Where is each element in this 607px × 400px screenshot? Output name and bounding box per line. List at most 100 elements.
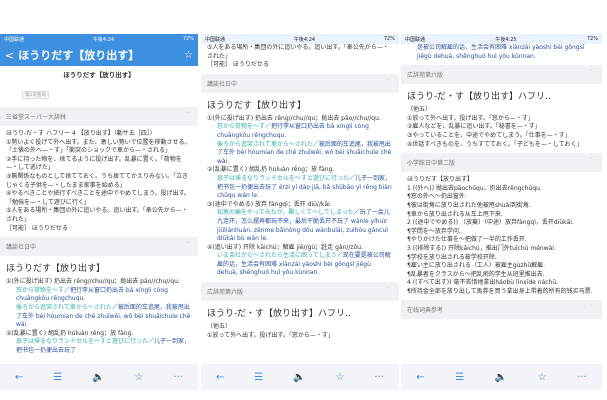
contents-button[interactable]: ☰ bbox=[254, 372, 263, 383]
dictionary-section-header[interactable]: 小学館日中第二版 bbox=[401, 153, 602, 173]
example-japanese: 知恵の輪をやってみたが，難しくて〜してしまった bbox=[217, 209, 354, 217]
title-bar: < ほうりだす【放り出す】 ☆ bbox=[0, 44, 198, 66]
dictionary-section-header[interactable]: 広辞苑第六版 bbox=[201, 282, 399, 302]
definition-line: ［可能］ ほうりだせる bbox=[207, 61, 269, 69]
bottom-toolbar: ← ☰ 🔈 ☆ ··· bbox=[401, 364, 602, 390]
example-japanese: 息子は帰るなりランドセルを〜すと遊びに行った bbox=[16, 338, 149, 346]
dictionary-content: 是被公司解雇的话，生活会有困难 xiànzài yàoshi bèi gōngs… bbox=[401, 44, 602, 320]
dictionary-section-header[interactable]: 広辞苑第六版 bbox=[401, 65, 602, 85]
example-japanese: 後ろから追突されて車から〜された bbox=[217, 140, 313, 148]
definition-line: ③無関係なものとして捨てておく。うち捨ててかえりみない。「泣きじゃくる子供を—・… bbox=[6, 172, 189, 189]
entry-subtitle: ほうりだす【放り出す】 bbox=[63, 71, 135, 79]
definition-line: ②手に持った物を、捨てるように投げ出す。乱暴に置く。「荷物を—・して逃げた」 bbox=[6, 155, 182, 172]
definition-line: ¶所持金全部を放り出して馬券を買う拿出身上带着的所有的钱买马票. bbox=[407, 287, 593, 295]
definition-line: ［可能］ ほうりだせる bbox=[6, 224, 68, 232]
entry-headword: ほうり-だ・す【放り出す】ハフリ.. bbox=[407, 92, 551, 103]
example-sentence: 窓から荷物を〜す／把行李从窗口扔出去 bǎ xíngli cóng chuāng… bbox=[201, 123, 399, 140]
carrier-label: 中国联通 bbox=[205, 36, 226, 43]
dictionary-content: ⑤人をある場所・集団の外に追いやる。追い出す。「奉公先から—・された」 ［可能］ … bbox=[201, 44, 399, 340]
example-sentence: 息子は帰るなりランドセルを〜すと遊びに行った／儿子一到家，把书包一扔便出去玩了 … bbox=[201, 175, 399, 201]
phone-screen-2: 中国联通 午後4:24 72% ⑤人をある場所・集団の外に追いやる。追い出す。「奉公先… bbox=[201, 34, 399, 390]
definition-line: ¶乱暴者をクラスから〜把乱闹的学生从班里推出去. bbox=[407, 270, 545, 278]
phone-screen-1: 中国联通 午後4:24 72% < ほうりだす【放り出す】 ☆ ほうりだす【放り出す】 第2次… bbox=[0, 34, 198, 390]
phone-screen-3: 中国联通 午後4:25 72% 是被公司解雇的话，生活会有困难 xiànzài yào… bbox=[401, 34, 602, 390]
dictionary-content: 三省堂スーパー大辞林ほうり-だ・す ハフリー 4 【放り出す】（動サ五［四］）①… bbox=[0, 107, 198, 355]
favorite-button[interactable]: ☆ bbox=[135, 372, 144, 383]
bottom-toolbar: ← ☰ 🔈 ☆ ··· bbox=[201, 364, 399, 390]
definition-line: ほうり-だ・す ハフリー 4 【放り出す】（動サ五［四］） bbox=[6, 130, 156, 137]
definition-line: ①放って外へ出す。投げ出す。「窓から—・す」 bbox=[207, 331, 334, 339]
definition-line: 4 ((すべて出す)) 毫不吝惜地拿出háobù lìnxīde náchū. bbox=[407, 279, 559, 287]
clock-label: 午後4:24 bbox=[92, 36, 115, 43]
entry-headword: ほうりだす【放り出す】 bbox=[6, 264, 106, 275]
example-sentence: 後ろから追突されて車から〜された／被后面的车追尾，我被甩出了车外 bèi hòu… bbox=[0, 304, 198, 330]
status-bar: 中国联通 午後4:25 72% bbox=[401, 34, 602, 44]
definition-line: ④世話すべきものを、うちすてておく。「子どもを—・しておく」 bbox=[407, 140, 583, 148]
definition-line: ②(乱暴に置く) 胡乱扔 húluàn rēng；放 fàng. bbox=[207, 166, 335, 174]
contents-button[interactable]: ☰ bbox=[455, 372, 464, 383]
example-sentence: いま会社から〜されたら生活に困ってしまう／现在要是被公司解雇的话，生活会有困难 … bbox=[201, 252, 399, 278]
carrier-label: 中国联通 bbox=[405, 36, 426, 43]
battery-label: 72% bbox=[182, 36, 194, 42]
bottom-toolbar: ← ☰ 🔈 ☆ ··· bbox=[0, 364, 198, 390]
speaker-button[interactable]: 🔈 bbox=[92, 372, 104, 383]
definition-line: ①(外に投げ出す) 扔出去 rēng//chu//qu；抛出去 pāo//chu… bbox=[6, 278, 180, 286]
definition-line: 3 ((排除する)) 开除kāichú，推出门外tuīchū ménwài. bbox=[407, 244, 556, 252]
entry-headword: ほうりだす【放り出す】 bbox=[207, 100, 307, 111]
more-button[interactable]: ··· bbox=[577, 372, 587, 383]
more-button[interactable]: ··· bbox=[173, 372, 183, 383]
back-button[interactable]: ← bbox=[216, 372, 224, 383]
example-japanese: いま会社から〜されたら生活に困ってしまう bbox=[217, 252, 337, 260]
definition-line: 〔他五〕 bbox=[207, 323, 232, 331]
example-japanese: 後ろから追突されて車から〜された bbox=[16, 303, 112, 311]
definition-line: ¶やりかけた仕事を〜把做了一半的工作丢开. bbox=[407, 236, 527, 244]
definition-line: ④やるべきことや続行すべきことを途中でやめてしまう。投げ出す。「勉強を—・して遊… bbox=[6, 190, 191, 206]
favorite-button[interactable]: ☆ bbox=[538, 372, 547, 383]
definition-line: ④(追い出す) 开除 kāichú；解雇 jiě//gù；赶走 gǎn//zǒu… bbox=[207, 243, 363, 251]
dictionary-section-header[interactable]: 講談社日中 bbox=[201, 73, 399, 93]
example-sentence: 息子は帰るなりランドセルを〜すと遊びに行った／儿子一到家，把书包一扔便出去玩了 bbox=[0, 338, 198, 355]
battery-label: 72% bbox=[383, 36, 395, 42]
definition-line: ¶雇い主に放り出される（工人）被雇主gùzhǔ解雇. bbox=[407, 262, 546, 270]
contents-button[interactable]: ☰ bbox=[53, 372, 62, 383]
definition-line: ほうりだす【放り出す】 bbox=[407, 176, 474, 184]
query-badge: 第2次查询 bbox=[22, 91, 49, 99]
example-sentence: 後ろから追突されて車から〜された／被后面的车追尾，我被甩出了车外 bèi hòu… bbox=[201, 141, 399, 167]
battery-label: 72% bbox=[586, 36, 598, 42]
star-icon[interactable]: ☆ bbox=[184, 50, 193, 61]
example-sentence: 知恵の輪をやってみたが，難しくて〜してしまった／玩了一会儿九连环，怎么摆弄都玩不… bbox=[201, 209, 399, 243]
example-japanese: 息子は帰るなりランドセルを〜すと遊びに行った bbox=[217, 174, 350, 182]
definition-line: ①勢いよく投げて外へ出す。また、激しい勢いで位置を移動させる。「土俵の外へ—・す… bbox=[6, 138, 191, 155]
back-button[interactable]: ← bbox=[15, 372, 23, 383]
status-bar: 中国联通 午後4:24 72% bbox=[0, 34, 198, 44]
definition-line: ②雇人などを、乱暴に追い出す。「秘書を—・す」 bbox=[407, 123, 541, 131]
dictionary-section-header[interactable]: 在线词典参考 bbox=[401, 300, 602, 320]
clock-label: 午後4:25 bbox=[495, 36, 517, 43]
definition-line: ¶彼は街角に放り出された他被甩shuǎi到街角. bbox=[407, 201, 531, 209]
definition-line: ②(乱暴に置く) 胡乱扔 húluàn rēng；放 fàng. bbox=[6, 329, 134, 337]
more-button[interactable]: ··· bbox=[374, 372, 384, 383]
chinese-translation: 是被公司解雇的话，生活会有困难 xiànzài yàoshi bèi gōngs… bbox=[417, 44, 585, 60]
definition-line: ¶学校を放り出される被学校开除. bbox=[407, 253, 497, 261]
definition-line: ⑤人をある場所・集団の外に追いやる。追い出す。「奉公先から—・された」 bbox=[207, 44, 389, 60]
dictionary-section-header[interactable]: 三省堂スーパー大辞林 bbox=[0, 107, 198, 126]
definition-line: ③やっていることを、中途でやめてしまう。「仕事を—・す」 bbox=[407, 131, 571, 139]
favorite-button[interactable]: ☆ bbox=[336, 372, 345, 383]
back-button[interactable]: ← bbox=[416, 372, 424, 383]
speaker-button[interactable]: 🔈 bbox=[495, 372, 507, 383]
page-title: ほうりだす【放り出す】 bbox=[18, 49, 140, 62]
entry-headword: ほうり-だ・す【放り出す】ハフリ.. bbox=[207, 309, 351, 320]
definition-line: ¶車から放り出される从车上甩下来. bbox=[407, 210, 503, 218]
definition-line: 〔他五〕 bbox=[407, 106, 432, 114]
status-bar: 中国联通 午後4:24 72% bbox=[201, 34, 399, 44]
speaker-button[interactable]: 🔈 bbox=[293, 372, 305, 383]
definition-line: 2 ((途中でやめる)) 〔放棄〕（中途）放弃fàngqì，丢开diūkāi. bbox=[407, 219, 574, 227]
example-sentence: 窓から荷物を〜す／把行李从窗口扔出去 bǎ xíngli cóng chuāng… bbox=[0, 287, 198, 304]
example-japanese: 窓から荷物を〜す bbox=[217, 123, 266, 131]
back-icon[interactable]: < bbox=[5, 49, 14, 62]
dictionary-section-header[interactable]: 講談社日中 bbox=[0, 237, 198, 257]
carrier-label: 中国联通 bbox=[4, 36, 25, 43]
definition-line: ⑤人をある場所・集団の外に追いやる。追い出す。「奉公先から—・された」 bbox=[6, 207, 188, 223]
example-japanese: 窓から荷物を〜す bbox=[16, 286, 65, 294]
definition-line: ¶窓の外へ〜扔出窗外. bbox=[407, 193, 467, 201]
